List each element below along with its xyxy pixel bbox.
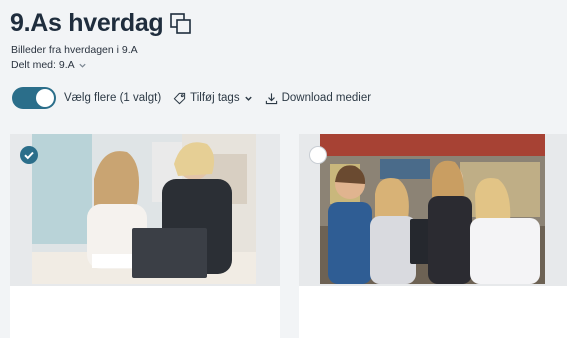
media-card[interactable]: [299, 134, 567, 338]
media-thumbnail[interactable]: [10, 134, 280, 286]
album-title: 9.As hverdag: [10, 9, 164, 37]
select-multiple-toggle[interactable]: [12, 87, 56, 109]
copy-icon[interactable]: [169, 12, 193, 36]
chevron-down-icon: [244, 96, 252, 101]
media-card[interactable]: [10, 134, 280, 338]
shared-with-dropdown[interactable]: Delt med: 9.A: [11, 59, 87, 71]
toolbar: Vælg flere (1 valgt) Tilføj tags Downloa…: [12, 87, 371, 109]
media-thumbnail[interactable]: [299, 134, 567, 286]
shared-with-label: Delt med: 9.A: [11, 59, 75, 71]
chevron-down-icon: [79, 63, 86, 68]
download-media-label: Download medier: [281, 92, 372, 104]
select-multiple-label: Vælg flere (1 valgt): [64, 92, 162, 104]
add-tags-label: Tilføj tags: [190, 92, 240, 104]
check-icon: [24, 151, 34, 160]
group-photo-thumbnail: [320, 134, 545, 284]
title-row: 9.As hverdag: [10, 9, 193, 38]
media-select-checkbox[interactable]: [20, 146, 38, 164]
album-description: Billeder fra hverdagen i 9.A: [11, 44, 138, 56]
classroom-photo-thumbnail: [32, 134, 256, 284]
album-panel: 9.As hverdag Billeder fra hverdagen i 9.…: [0, 0, 567, 338]
media-select-checkbox[interactable]: [309, 146, 327, 164]
download-icon: [265, 92, 277, 104]
tag-icon: [173, 92, 186, 104]
add-tags-button[interactable]: Tilføj tags: [173, 92, 252, 105]
download-media-button[interactable]: Download medier: [265, 92, 372, 105]
toggle-knob: [36, 89, 54, 107]
